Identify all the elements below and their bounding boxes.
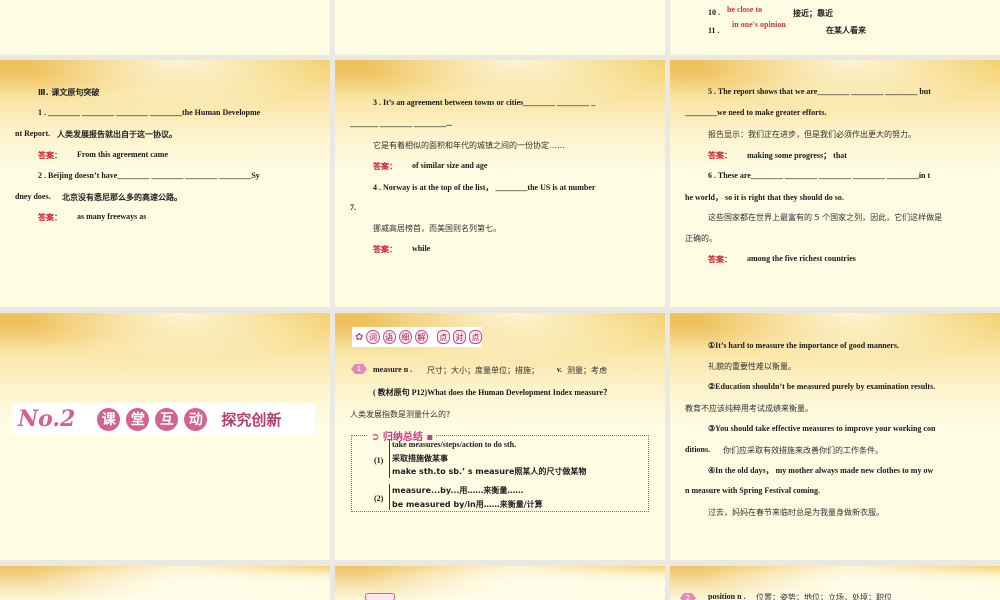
slide-thumbnail[interactable]: 3 . It’s an agreement between towns or c… — [335, 60, 665, 307]
slide-thumbnail[interactable] — [335, 0, 665, 55]
example-sentence: ①It’s hard to measure the importance of … — [708, 341, 899, 350]
answer-text: among the five richest countries — [747, 254, 856, 263]
flower-icon: ✿ — [355, 331, 364, 343]
answer-text: as many freeways as — [77, 212, 147, 221]
header-char: 语 — [382, 330, 396, 344]
verb-meaning: 测量；考虑 — [567, 366, 607, 375]
question-text: ________we need to make greater efforts. — [685, 108, 827, 117]
answer-text: in one's opinion — [732, 20, 786, 29]
summary-line: take measures/steps/action to do sth. — [392, 440, 517, 449]
group-label: (1) — [374, 456, 384, 465]
question-text: 5 . The report shows that we are________… — [708, 87, 931, 96]
translation: 你们应采取有效措施来改善你们的工作条件。 — [723, 446, 883, 455]
question-text: 2 . Beijing doesn’t have________ _______… — [38, 171, 260, 180]
translation: 这些国家都在世界上最富有的 5 个国家之列，因此，它们这样做是 — [708, 213, 943, 222]
slide-thumbnail[interactable]: ①It’s hard to measure the importance of … — [670, 313, 1000, 560]
brace — [389, 484, 390, 510]
example-sentence: ditions. — [685, 445, 711, 454]
translation: 它是有着相似的面积和年代的城镇之间的一份协定…… — [373, 141, 565, 150]
example-sentence: ④In the old days， my mother always made … — [708, 466, 934, 475]
translation: 教育不应该纯粹用考试成绩来衡量。 — [685, 404, 813, 413]
header-char: 细 — [398, 330, 412, 344]
item-number-badge: 1 — [351, 364, 367, 374]
example-sentence: n measure with Spring Festival coming. — [685, 486, 820, 495]
translation: 过去，妈妈在春节来临时总是为我量身做新衣服。 — [708, 508, 884, 517]
section-banner: No.2 课 堂 互 动 探究创新 — [12, 403, 315, 435]
translation: 报告显示：我们正在进步，但是我们必须作出更大的努力。 — [708, 130, 916, 139]
slide-thumbnail[interactable]: 5 . The report shows that we are________… — [670, 60, 1000, 307]
slide-thumbnail[interactable] — [0, 0, 330, 55]
header-tag-char: 点 — [436, 330, 450, 344]
translation: 人类发展报告就出自于这一协议。 — [57, 130, 177, 139]
word-meaning: 位置；姿势；地位；立场，处境；职位 — [756, 593, 892, 600]
example-sentence: ③You should take effective measures to i… — [708, 424, 936, 433]
answer-text: be close to — [727, 5, 763, 14]
group-label: (2) — [374, 494, 384, 503]
question-text: 7. — [350, 203, 356, 212]
header-tag-char: 点 — [468, 330, 483, 344]
item-number: 11 . — [708, 26, 720, 35]
answer-label: 答案： — [373, 162, 397, 171]
slide-thumbnail[interactable]: ✿ 词 语 细 解 点 对 点 1 measure n . 尺寸；大小；度量单位… — [335, 313, 665, 560]
item-number-badge: 2 — [680, 593, 696, 600]
translation: 挪威高居榜首，而美国则名列第七。 — [373, 224, 501, 233]
question-text: he world， so it is right that they shoul… — [685, 193, 844, 202]
banner-char: 堂 — [126, 407, 150, 431]
answer-label: 答案： — [373, 245, 397, 254]
translation: 礼貌的重要性难以衡量。 — [708, 362, 796, 371]
section-number: No.2 — [18, 406, 76, 432]
answer-text: of similar size and age — [412, 161, 488, 170]
slide-thumbnail[interactable]: No.2 课 堂 互 动 探究创新 — [0, 313, 330, 560]
header-tag-char: 对 — [452, 330, 466, 344]
word-entry: measure n . — [373, 365, 413, 374]
question-text: 4 . Norway is at the top of the list， __… — [373, 183, 596, 192]
word-meaning: 尺寸；大小；度量单位；措施； — [427, 366, 539, 375]
slide-thumbnail[interactable]: 2 position n . 位置；姿势；地位；立场，处境；职位 — [670, 566, 1000, 600]
banner-char: 互 — [155, 407, 179, 431]
brace — [389, 440, 390, 478]
section-tag — [365, 593, 395, 600]
chinese-meaning: 接近；靠近 — [793, 9, 833, 18]
header-char: 词 — [366, 330, 380, 344]
part-of-speech: v. — [557, 365, 563, 374]
example-sentence: ②Education shouldn’t be measured purely … — [708, 382, 936, 391]
answer-text: From this agreement came — [77, 150, 169, 159]
translation: 北京没有悉尼那么多的高速公路。 — [62, 193, 182, 202]
translation: 人类发展指数是测量什么的? — [350, 410, 451, 419]
answer-label: 答案： — [38, 213, 62, 222]
header-char: 解 — [414, 330, 428, 344]
item-number: 10 . — [708, 8, 720, 17]
question-text: nt Report. — [15, 129, 51, 138]
question-text: dney does. — [15, 192, 51, 201]
summary-line: make sth.to sb.’ s measure照某人的尺寸做某物 — [392, 467, 587, 476]
slide-thumbnail[interactable] — [335, 566, 665, 600]
section-header: ✿ 词 语 细 解 点 对 点 — [352, 327, 483, 347]
summary-line: 采取措施做某事 — [392, 454, 448, 463]
slide-thumbnail[interactable]: 10 . be close to 接近；靠近 11 . in one's opi… — [670, 0, 1000, 55]
summary-line: measure...by...用……来衡量…… — [392, 486, 524, 495]
banner-subtitle: 探究创新 — [221, 410, 282, 429]
question-text: 1 . ________ ________ ________ ________t… — [38, 108, 261, 117]
answer-label: 答案： — [38, 151, 62, 160]
question-text: 6 . These are________ ________ ________ … — [708, 171, 931, 180]
translation: 正确的。 — [685, 234, 717, 243]
chinese-meaning: 在某人看来 — [826, 26, 866, 35]
answer-label: 答案： — [708, 255, 732, 264]
question-text: _______ ________ ________... — [350, 119, 452, 128]
answer-text: making some progress； that — [747, 151, 847, 160]
answer-label: 答案： — [708, 151, 732, 160]
answer-text: while — [412, 244, 431, 253]
source-sentence: ( 教材原句 P12)What does the Human Developme… — [373, 388, 612, 397]
slide-thumbnail[interactable] — [0, 566, 330, 600]
word-entry: position n . — [708, 592, 746, 600]
question-text: 3 . It’s an agreement between towns or c… — [373, 98, 596, 107]
summary-box: ➲ 归纳总结 ▪ (1) take measures/steps/action … — [351, 428, 649, 512]
slide-thumbnail[interactable]: Ⅲ. 课文原句突破 1 . ________ ________ ________… — [0, 60, 330, 307]
summary-line: be measured by/in用……来衡量/计算 — [392, 500, 543, 509]
section-heading: Ⅲ. 课文原句突破 — [38, 88, 100, 97]
banner-char: 动 — [184, 407, 208, 431]
banner-char: 课 — [97, 407, 121, 431]
